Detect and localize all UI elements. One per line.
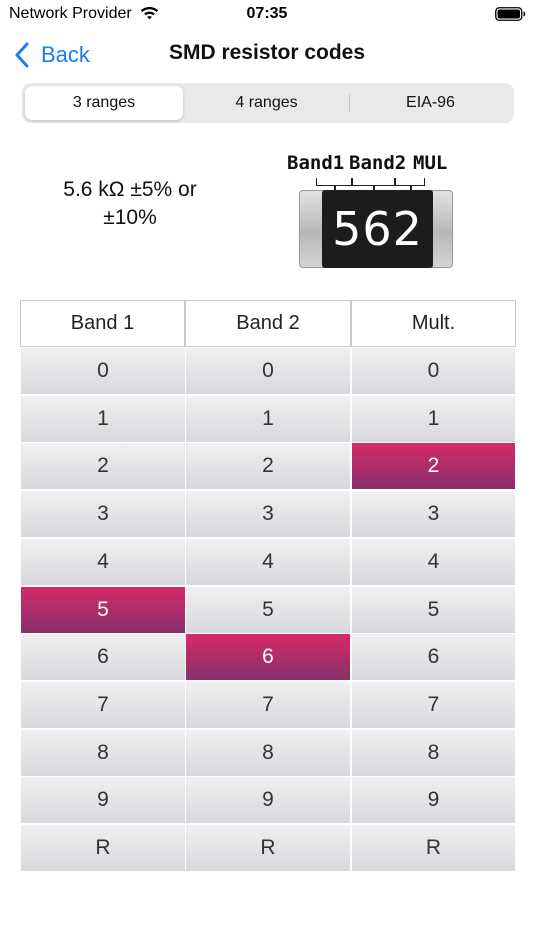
mult-cell[interactable]: 4 [352, 538, 515, 585]
band2-cell[interactable]: 7 [186, 681, 350, 728]
clock: 07:35 [246, 5, 288, 22]
mult-cell[interactable]: 3 [352, 491, 515, 538]
band1-label: Band1 [287, 152, 345, 174]
mult-cell[interactable]: 9 [352, 777, 515, 824]
column-header-mult: Mult. [351, 300, 516, 347]
multiplier-label: MUL [413, 152, 448, 174]
column-header-band2: Band 2 [185, 300, 351, 347]
band1-cell[interactable]: 5 [21, 586, 185, 633]
status-bar: Network Provider 07:35 [0, 0, 534, 28]
band2-cell[interactable]: 8 [186, 729, 350, 776]
band2-cell[interactable]: 9 [186, 777, 350, 824]
band2-cell[interactable]: 3 [186, 491, 350, 538]
mult-cell[interactable]: 2 [352, 443, 515, 490]
band1-cell[interactable]: 8 [21, 729, 185, 776]
chip-code: 562 [332, 202, 423, 256]
band1-cell[interactable]: 9 [21, 777, 185, 824]
band2-cell[interactable]: 0 [186, 348, 350, 394]
mult-cell[interactable]: 1 [352, 395, 515, 442]
band1-cell[interactable]: R [21, 825, 185, 871]
band1-cell[interactable]: 7 [21, 681, 185, 728]
smd-resistor-illustration: Band1 Band2 MUL 562 [286, 150, 466, 272]
segment-3-ranges[interactable]: 3 ranges [25, 86, 183, 120]
band1-cell[interactable]: 0 [21, 348, 185, 394]
band1-bracket [316, 178, 352, 186]
segment-4-ranges[interactable]: 4 ranges [185, 86, 348, 120]
navigation-bar: Back SMD resistor codes [0, 30, 534, 80]
mult-cell[interactable]: 7 [352, 681, 515, 728]
band2-cell[interactable]: 4 [186, 538, 350, 585]
resistance-result: 5.6 kΩ ±5% or ±10% [30, 176, 230, 232]
band2-cell[interactable]: 5 [186, 586, 350, 633]
mult-cell[interactable]: 5 [352, 586, 515, 633]
band2-cell[interactable]: 6 [186, 634, 350, 681]
band2-label: Band2 [349, 152, 407, 174]
band1-cell[interactable]: 6 [21, 634, 185, 681]
mult-cell[interactable]: 8 [352, 729, 515, 776]
mult-cell[interactable]: 6 [352, 634, 515, 681]
mult-cell[interactable]: 0 [352, 348, 515, 394]
band1-cell[interactable]: 4 [21, 538, 185, 585]
band2-cell[interactable]: 1 [186, 395, 350, 442]
resistance-result-line1: 5.6 kΩ ±5% or [63, 178, 197, 201]
band1-cell[interactable]: 2 [21, 443, 185, 490]
resistance-result-line2: ±10% [103, 206, 157, 229]
page-title: SMD resistor codes [168, 41, 366, 64]
band2-cell[interactable]: R [186, 825, 350, 871]
segment-eia-96[interactable]: EIA-96 [350, 86, 511, 120]
band2-bracket [352, 178, 395, 186]
band2-cell[interactable]: 2 [186, 443, 350, 490]
battery-icon [495, 7, 526, 21]
range-segmented-control: 3 ranges 4 ranges EIA-96 [22, 83, 514, 123]
multiplier-bracket [395, 178, 425, 186]
band1-cell[interactable]: 1 [21, 395, 185, 442]
band1-cell[interactable]: 3 [21, 491, 185, 538]
column-header-band1: Band 1 [20, 300, 185, 347]
mult-cell[interactable]: R [352, 825, 515, 871]
